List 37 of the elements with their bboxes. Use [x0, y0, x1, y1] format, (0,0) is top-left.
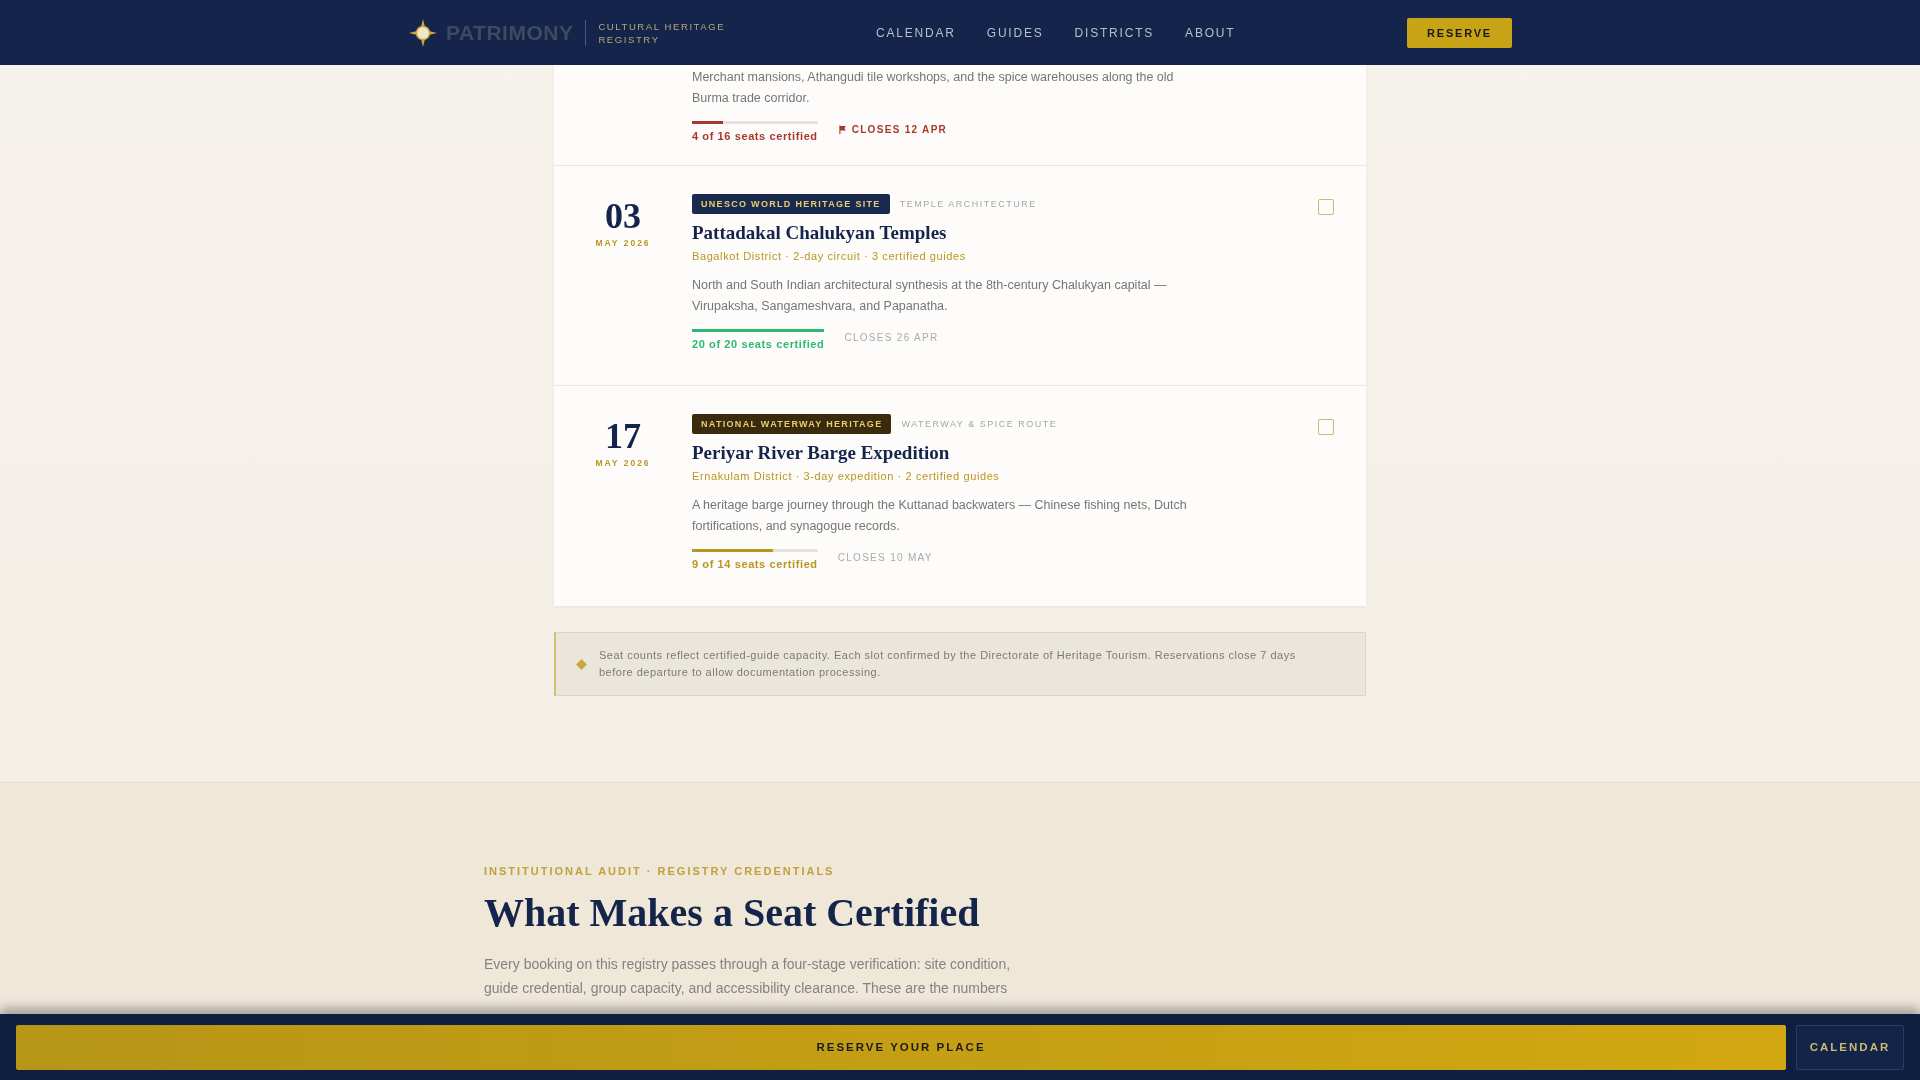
brand-subtitle: CULTURAL HERITAGE REGISTRY: [598, 19, 726, 46]
expedition-meta: Ernakulam District · 3-day expedition · 2 certified guides: [692, 470, 1001, 482]
expedition-description: North and South Indian architectural synthesis at the 8th-century Chalukyan capital — Virupaksha, Sangameshvara, and Papanatha.: [692, 277, 1168, 315]
calendar-button[interactable]: CALENDAR: [1796, 1024, 1904, 1070]
diamond-icon: [576, 658, 587, 670]
date-month: MAY 2026: [595, 238, 651, 248]
heritage-tag: UNESCO WORLD HERITAGE SITE: [692, 194, 890, 214]
nav-link[interactable]: CALENDAR: [876, 25, 956, 40]
section-paragraph: Every booking on this registry passes through a four-stage verification: site condition, guide credential, group capacity, and accessibility clearance. These are the numbers: [484, 955, 1012, 998]
closing-date: CLOSES 26 APR: [844, 332, 939, 343]
date-day: 03: [605, 198, 641, 234]
reserve-button[interactable]: RESERVE: [1407, 17, 1512, 48]
seats-count: 20 of 20 seats certified: [692, 338, 825, 350]
section-eyebrow: INSTITUTIONAL AUDIT · REGISTRY CREDENTIALS: [484, 865, 836, 877]
expedition-title: Pattadakal Chalukyan Temples: [692, 222, 948, 244]
select-checkbox[interactable]: [1318, 419, 1334, 435]
expedition-meta: Bagalkot District · 2-day circuit · 3 certified guides: [692, 250, 967, 262]
heritage-tag: NATIONAL WATERWAY HERITAGE: [692, 414, 892, 434]
reserve-place-button[interactable]: RESERVE YOUR PLACE: [16, 1024, 1786, 1070]
expedition-description: A heritage barge journey through the Kuttanad backwaters — Chinese fishing nets, Dutch fortifications, and synagogue records.: [692, 497, 1188, 535]
seats-count: 9 of 14 seats certified: [692, 558, 818, 570]
expedition-title: Periyar River Barge Expedition: [692, 442, 951, 464]
closing-date: CLOSES 12 APR: [851, 124, 948, 135]
seats-count: 4 of 16 seats certified: [692, 130, 818, 142]
expedition-description: Merchant mansions, Athangudi tile workshops, and the spice warehouses along the old Burma trade corridor.: [692, 69, 1175, 107]
flag-icon: [837, 125, 847, 134]
nav-link[interactable]: ABOUT: [1185, 25, 1236, 40]
nav-link[interactable]: DISTRICTS: [1074, 25, 1155, 40]
date-month: MAY 2026: [595, 458, 651, 468]
notice-text: Seat counts reflect certified-guide capacity. Each slot confirmed by the Directorate of Heritage Tourism. Reservations close 7 days before departure to allow documentation processing.: [599, 648, 1297, 680]
category-label: WATERWAY & SPICE ROUTE: [901, 419, 1058, 429]
closing-date: CLOSES 10 MAY: [837, 552, 933, 563]
nav-link[interactable]: GUIDES: [986, 25, 1044, 40]
section-heading: What Makes a Seat Certified: [484, 889, 981, 936]
date-day: 17: [605, 418, 641, 454]
select-checkbox[interactable]: [1318, 199, 1334, 215]
category-label: TEMPLE ARCHITECTURE: [899, 199, 1037, 209]
